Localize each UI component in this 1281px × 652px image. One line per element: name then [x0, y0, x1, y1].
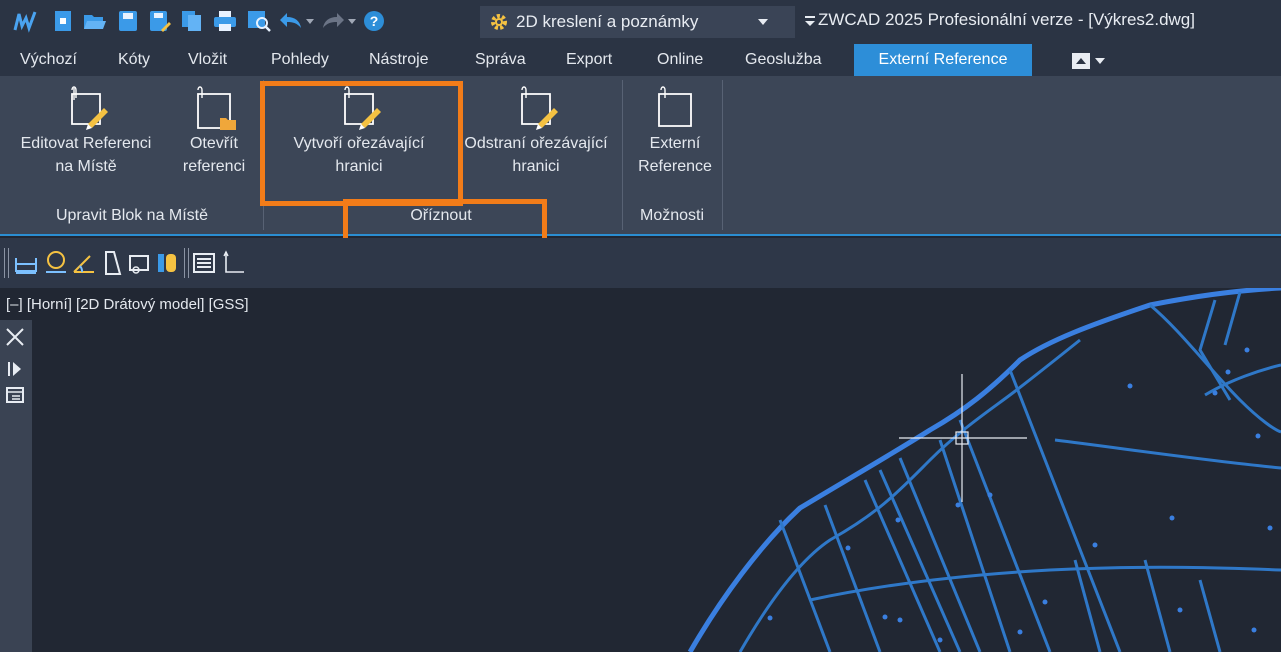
panel-title-moznosti: Možnosti — [639, 207, 705, 224]
drawing-canvas — [687, 288, 1281, 652]
ribbon-tab-bar: Výchozí Kóty Vložit Pohledy Nástroje Spr… — [0, 44, 1281, 76]
expand-panel-icon[interactable] — [4, 358, 26, 380]
ribbon-panel: Editovat Referenci na Místě Otevřít refe… — [0, 76, 1281, 236]
print-icon[interactable] — [212, 8, 238, 34]
new-icon[interactable] — [52, 8, 74, 34]
tab-nastroje[interactable]: Nástroje — [363, 44, 435, 76]
tab-vlozit[interactable]: Vložit — [182, 44, 233, 76]
tab-vychozi[interactable]: Výchozí — [14, 44, 83, 76]
preview-icon[interactable] — [246, 8, 272, 34]
edit-reference-in-place-button[interactable]: Editovat Referenci na Místě — [6, 84, 166, 196]
save-as-icon[interactable] — [148, 8, 172, 34]
workspace-gear-icon — [488, 11, 510, 33]
remove-clip-boundary-icon — [521, 86, 558, 130]
secondary-toolbar — [0, 238, 1281, 288]
customize-quick-access-icon[interactable] — [803, 8, 817, 34]
copy-icon[interactable] — [180, 8, 204, 34]
viewport-label[interactable]: [–] [Horní] [2D Drátový model] [GSS] — [6, 296, 249, 313]
ordinate-dimension-icon[interactable] — [100, 250, 122, 276]
ucs-axis-icon[interactable] — [222, 250, 244, 276]
remove-clip-label-2: hranici — [512, 158, 560, 175]
tab-online[interactable]: Online — [651, 44, 709, 76]
list-icon[interactable] — [192, 250, 215, 276]
panel-title-upravit-blok: Upravit Blok na Místě — [55, 207, 209, 224]
edit-reference-label-2: na Místě — [55, 158, 117, 175]
tab-export[interactable]: Export — [560, 44, 618, 76]
help-icon[interactable]: ? — [362, 8, 386, 34]
tab-sprava[interactable]: Správa — [469, 44, 532, 76]
remove-clip-boundary-button[interactable]: Odstraní ořezávající hranici — [456, 84, 616, 196]
drawing-viewport[interactable]: [–] [Horní] [2D Drátový model] [GSS] — [0, 288, 1281, 652]
crosshair-cursor — [899, 374, 1027, 502]
highlight-create-clip — [260, 81, 463, 206]
title-bar: ? 2D kreslení a poznámky ZWCAD 2025 Prof… — [0, 0, 1281, 44]
chevron-down-icon — [757, 14, 769, 32]
dimension-style-icon[interactable] — [156, 250, 178, 276]
external-reference-icon — [658, 86, 692, 127]
ribbon-minimize-toggle[interactable] — [1071, 52, 1119, 75]
tab-geosluzba[interactable]: Geoslužba — [739, 44, 828, 76]
close-icon[interactable] — [4, 326, 26, 348]
toolbar-grip[interactable] — [184, 248, 189, 278]
properties-icon[interactable] — [4, 384, 26, 406]
workspace-dropdown[interactable]: 2D kreslení a poznámky — [480, 6, 795, 38]
radius-dimension-icon[interactable] — [44, 250, 66, 276]
external-reference-label-1: Externí — [649, 135, 701, 152]
tab-koty[interactable]: Kóty — [112, 44, 156, 76]
open-reference-button[interactable]: Otevřít referenci — [174, 84, 254, 196]
save-icon[interactable] — [116, 8, 140, 34]
tab-pohledy[interactable]: Pohledy — [265, 44, 335, 76]
angular-dimension-icon[interactable] — [72, 250, 94, 276]
open-reference-icon — [197, 86, 236, 130]
toolbar-grip[interactable] — [4, 248, 9, 278]
redo-icon[interactable] — [320, 8, 346, 34]
external-reference-button[interactable]: Externí Reference — [634, 84, 716, 196]
undo-dropdown-icon[interactable] — [304, 8, 316, 34]
window-title: ZWCAD 2025 Profesionální verze - [Výkres… — [818, 10, 1195, 29]
edit-reference-label-1: Editovat Referenci — [20, 135, 152, 152]
undo-icon[interactable] — [278, 8, 304, 34]
open-reference-label-1: Otevřít — [189, 135, 238, 152]
panel-divider — [622, 80, 623, 230]
app-logo-icon[interactable] — [10, 8, 40, 34]
open-reference-label-2: referenci — [182, 158, 246, 175]
workspace-label: 2D kreslení a poznámky — [516, 12, 699, 31]
quick-dimension-icon[interactable] — [128, 250, 150, 276]
panel-divider — [722, 80, 723, 230]
open-icon[interactable] — [82, 8, 108, 34]
external-reference-label-2: Reference — [638, 158, 712, 175]
linear-dimension-icon[interactable] — [14, 250, 37, 276]
tab-externi-reference[interactable]: Externí Reference — [854, 44, 1032, 76]
edit-reference-icon — [71, 86, 108, 130]
redo-dropdown-icon[interactable] — [346, 8, 358, 34]
svg-text:?: ? — [370, 13, 379, 29]
side-palette — [0, 320, 32, 652]
remove-clip-label-1: Odstraní ořezávající — [464, 135, 608, 152]
